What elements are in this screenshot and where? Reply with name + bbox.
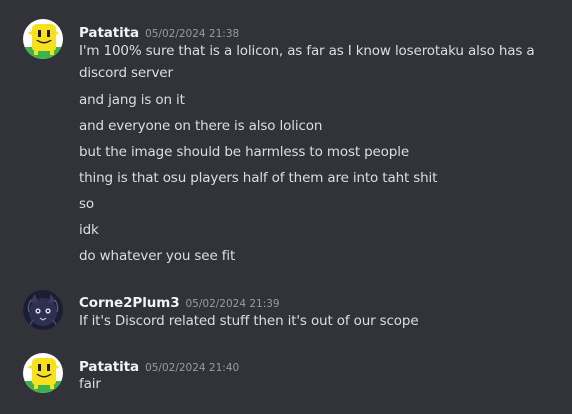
timestamp: 05/02/2024 21:38 xyxy=(145,28,240,40)
yellow-smiley-avatar-icon xyxy=(23,353,63,393)
timestamp: 05/02/2024 21:39 xyxy=(185,298,280,310)
message-text: and jang is on it xyxy=(79,92,185,108)
message-text: idk xyxy=(79,222,99,238)
message-text: If it's Discord related stuff then it's … xyxy=(79,313,419,329)
message-text: so xyxy=(79,196,94,212)
message-text: do whatever you see fit xyxy=(79,248,236,264)
avatar[interactable] xyxy=(23,353,63,393)
avatar[interactable] xyxy=(23,290,63,330)
username[interactable]: Corne2Plum3 xyxy=(79,295,180,311)
message-text: fair xyxy=(79,376,101,392)
username[interactable]: Patatita xyxy=(79,25,139,41)
message-text: I'm 100% sure that is a lolicon, as far … xyxy=(79,43,535,81)
message-text: and everyone on there is also lolicon xyxy=(79,118,323,134)
message-header: Patatita 05/02/2024 21:38 xyxy=(79,22,239,41)
avatar[interactable] xyxy=(23,19,63,59)
message-text: thing is that osu players half of them a… xyxy=(79,170,438,186)
chat-message-list: Patatita 05/02/2024 21:38 I'm 100% sure t… xyxy=(0,0,572,414)
message-text: but the image should be harmless to most… xyxy=(79,144,409,160)
dark-creature-avatar-icon xyxy=(23,290,63,330)
message-header: Corne2Plum3 05/02/2024 21:39 xyxy=(79,292,280,311)
yellow-smiley-avatar-icon xyxy=(23,19,63,59)
